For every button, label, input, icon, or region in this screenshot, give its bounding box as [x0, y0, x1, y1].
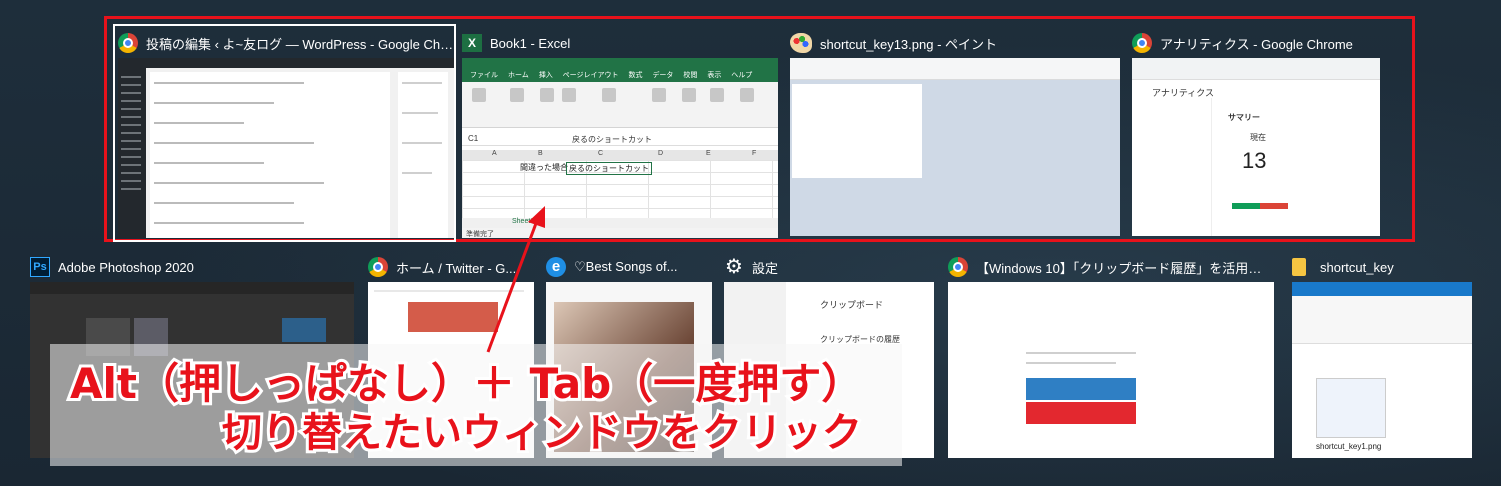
explorer-ribbon	[1292, 296, 1472, 344]
chrome-icon	[368, 257, 388, 277]
window-thumbnail[interactable]	[948, 282, 1274, 458]
chrome-icon	[948, 257, 968, 277]
folder-icon	[1292, 258, 1306, 276]
explorer-title-bar	[1292, 282, 1472, 296]
photoshop-menu-bar	[30, 282, 354, 294]
recent-file-card	[282, 318, 326, 342]
window-title: 設定	[752, 260, 779, 276]
window-title: Adobe Photoshop 2020	[58, 259, 194, 275]
window-header: ホーム / Twitter - G...	[368, 254, 534, 280]
window-header: ⚙ 設定	[724, 254, 934, 280]
window-thumbnail[interactable]: shortcut_key1.png	[1292, 282, 1472, 458]
window-header: 【Windows 10】「クリップボード履歴」を活用する：Tec...	[948, 254, 1274, 280]
file-name: shortcut_key1.png	[1316, 442, 1382, 451]
settings-heading: クリップボード	[820, 300, 884, 310]
window-header: shortcut_key	[1292, 254, 1472, 280]
window-title: ホーム / Twitter - G...	[396, 260, 517, 276]
photoshop-icon: Ps	[30, 257, 50, 277]
window-header: Ps Adobe Photoshop 2020	[30, 254, 356, 280]
window-title: 【Windows 10】「クリップボード履歴」を活用する：Tec...	[976, 260, 1274, 276]
tweet-image	[408, 302, 498, 332]
window-tile-explorer[interactable]: shortcut_key shortcut_key1.png	[1292, 254, 1472, 458]
annotation-instruction-text: 切り替えたいウィンドウをクリック	[219, 407, 865, 459]
gear-icon: ⚙	[725, 256, 743, 278]
window-title: ♡Best Songs of...	[574, 259, 678, 274]
edge-icon: e	[546, 257, 566, 277]
file-thumbnail	[1316, 378, 1386, 438]
window-tile-techtarget[interactable]: 【Windows 10】「クリップボード履歴」を活用する：Tec...	[948, 254, 1274, 458]
selection-outline	[113, 24, 456, 242]
window-title: shortcut_key	[1320, 259, 1394, 275]
article-banner	[1026, 402, 1136, 424]
article-banner	[1026, 378, 1136, 400]
window-header: e ♡Best Songs of...	[546, 254, 712, 280]
